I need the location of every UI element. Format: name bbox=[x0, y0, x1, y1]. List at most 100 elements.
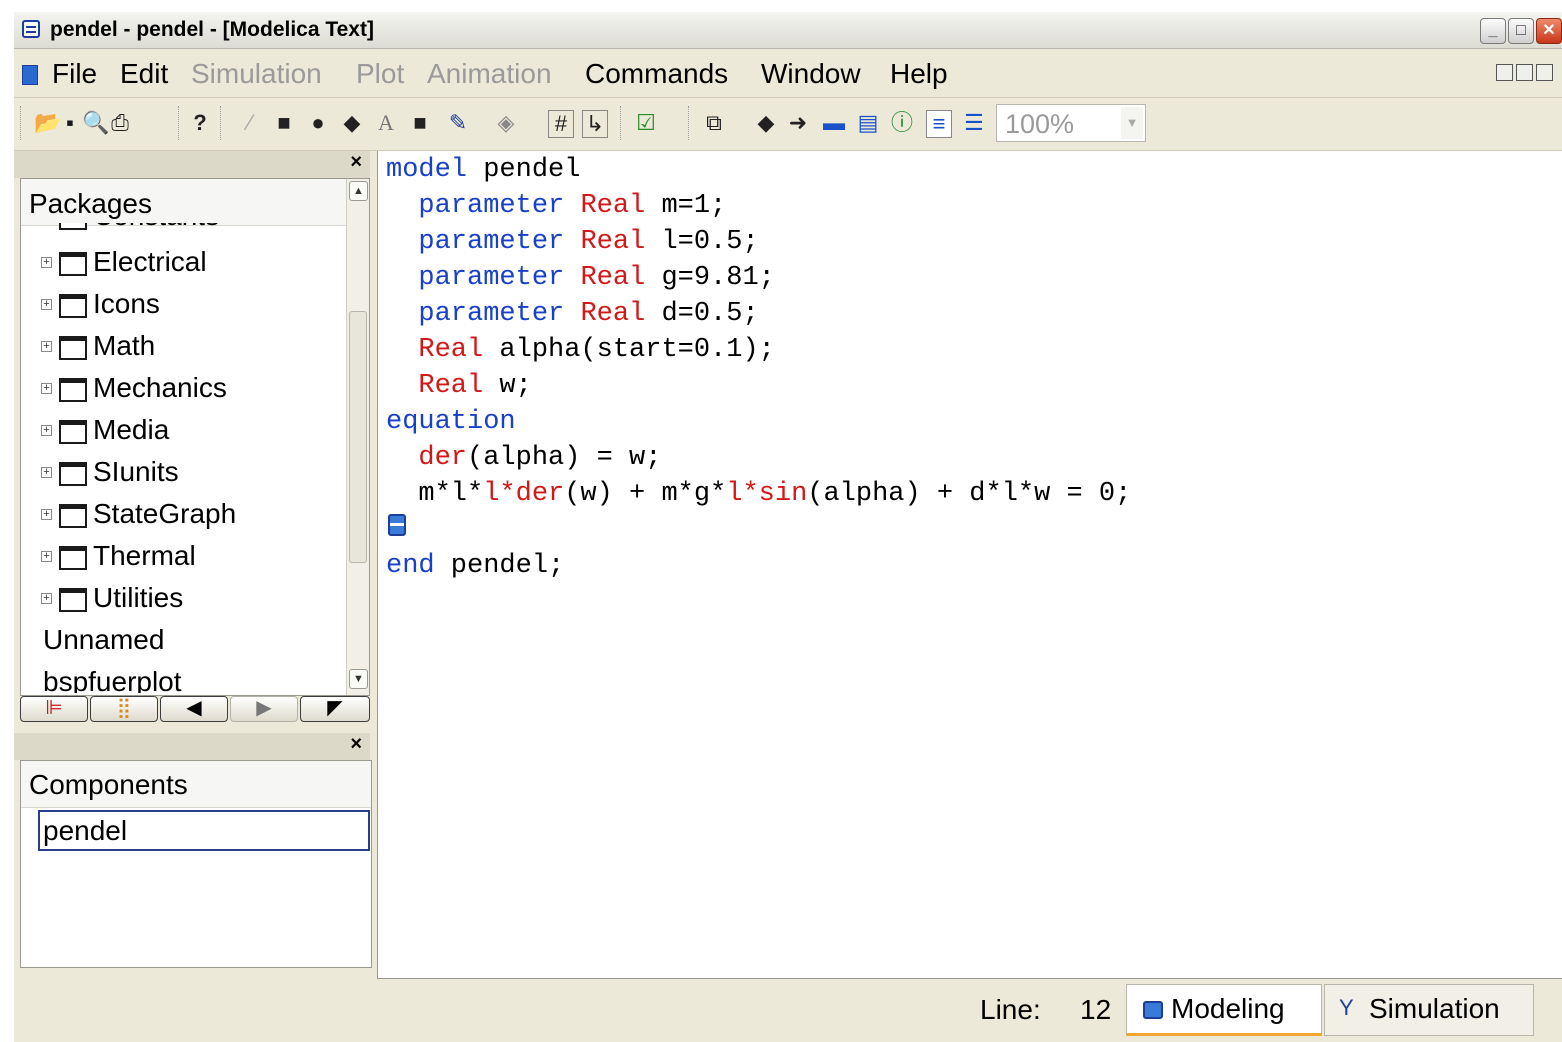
search-icon[interactable]: 🔍 bbox=[82, 110, 109, 136]
back-button[interactable]: ◀ bbox=[160, 696, 228, 722]
code-text: m*l* bbox=[386, 479, 484, 509]
code-type: Real bbox=[580, 263, 646, 293]
diagram-mode-icon[interactable]: ▤ bbox=[856, 110, 880, 136]
packages-scrollbar[interactable]: ▲ ▼ bbox=[346, 179, 369, 695]
forward-button[interactable]: ▶ bbox=[230, 696, 298, 722]
toolbar: 📂 ▪ 🔍 ⎙ ? ⁄ ■ ● ◆ A ■ ✎ ◈ # ↳ ☑ ⧉ ◆ ➜ ▬ … bbox=[14, 98, 1562, 151]
polygon-icon[interactable]: ◆ bbox=[340, 110, 364, 136]
connect-mode-icon[interactable]: ↳ bbox=[582, 110, 608, 138]
ellipse-icon[interactable]: ● bbox=[306, 110, 330, 136]
expand-icon[interactable]: + bbox=[41, 593, 52, 604]
app-icon bbox=[22, 20, 40, 38]
menu-commands[interactable]: Commands bbox=[585, 58, 728, 90]
check-icon[interactable]: ☑ bbox=[634, 110, 658, 136]
scrollbar-thumb[interactable] bbox=[349, 311, 367, 563]
tree-item-label: Thermal bbox=[93, 540, 196, 571]
expand-icon[interactable]: + bbox=[41, 299, 52, 310]
modeling-tab[interactable]: Modeling bbox=[1126, 984, 1322, 1036]
back-icon[interactable]: ◆ bbox=[754, 110, 778, 136]
package-icon bbox=[59, 588, 87, 612]
menu-plot[interactable]: Plot bbox=[356, 58, 404, 90]
annotation-icon[interactable] bbox=[388, 514, 406, 536]
library-icon[interactable]: ⧉ bbox=[702, 110, 726, 136]
components-pane: Components pendel bbox=[20, 760, 372, 968]
save-icon[interactable]: ▪ bbox=[58, 110, 82, 136]
scroll-up-icon[interactable]: ▲ bbox=[349, 181, 368, 201]
package-icon bbox=[59, 252, 87, 276]
modelica-text-editor[interactable]: model pendel parameter Real m=1; paramet… bbox=[377, 151, 1562, 979]
modelica-text-icon[interactable]: ≡ bbox=[926, 110, 952, 138]
zoom-select[interactable]: 100% ▼ bbox=[996, 104, 1146, 142]
menu-edit[interactable]: Edit bbox=[120, 58, 168, 90]
package-icon bbox=[59, 420, 87, 444]
expand-icon[interactable]: + bbox=[41, 509, 52, 520]
modeling-tab-label: Modeling bbox=[1171, 993, 1285, 1024]
menu-animation[interactable]: Animation bbox=[427, 58, 552, 90]
info-mode-icon[interactable]: ⓘ bbox=[890, 110, 914, 136]
fill-color-icon[interactable]: ◈ bbox=[494, 110, 518, 136]
tree-item-label: SIunits bbox=[93, 456, 179, 487]
code-line: Real w; bbox=[386, 371, 531, 401]
code-line: Real alpha(start=0.1); bbox=[386, 335, 774, 365]
expand-icon[interactable]: + bbox=[41, 341, 52, 352]
menu-file[interactable]: File bbox=[52, 58, 97, 90]
arrow-up-left-icon: ◤ bbox=[327, 697, 343, 719]
component-item-pendel[interactable]: pendel bbox=[38, 810, 370, 851]
simulation-tab[interactable]: Y Simulation bbox=[1324, 984, 1534, 1036]
code-keyword: parameter bbox=[418, 191, 565, 221]
scroll-down-icon[interactable]: ▼ bbox=[349, 669, 368, 689]
up-button[interactable]: ◤ bbox=[300, 696, 370, 722]
menu-window[interactable]: Window bbox=[761, 58, 861, 90]
documentation-icon[interactable]: ☰ bbox=[962, 110, 986, 136]
arrow-left-icon: ◀ bbox=[186, 697, 202, 719]
tree-view-icon: ⊫ bbox=[45, 697, 63, 719]
toolbar-separator bbox=[688, 106, 691, 140]
code-type: l*sin bbox=[726, 479, 808, 509]
code-text: l=0.5; bbox=[645, 227, 759, 257]
line-icon[interactable]: ⁄ bbox=[238, 110, 262, 136]
chevron-down-icon[interactable]: ▼ bbox=[1121, 107, 1143, 139]
expand-icon[interactable]: + bbox=[41, 383, 52, 394]
open-icon[interactable]: 📂 bbox=[34, 110, 61, 136]
component-mode-icon[interactable]: ▬ bbox=[822, 110, 846, 136]
maximize-button[interactable]: □ bbox=[1508, 18, 1534, 44]
bitmap-icon[interactable]: ■ bbox=[408, 110, 432, 136]
toolbar-grip bbox=[20, 106, 23, 140]
whats-this-icon[interactable]: ? bbox=[188, 110, 212, 136]
line-color-icon[interactable]: ✎ bbox=[446, 110, 470, 136]
minimize-button[interactable]: _ bbox=[1480, 18, 1506, 44]
tree-view-button[interactable]: ⊫ bbox=[20, 696, 88, 722]
close-button[interactable]: ✕ bbox=[1536, 18, 1562, 44]
mdi-restore-button[interactable] bbox=[1516, 64, 1533, 81]
expand-icon[interactable]: + bbox=[41, 467, 52, 478]
code-line: parameter Real g=9.81; bbox=[386, 263, 774, 293]
expand-icon[interactable]: + bbox=[41, 425, 52, 436]
mdi-close-button[interactable] bbox=[1536, 64, 1553, 81]
menu-simulation[interactable]: Simulation bbox=[191, 58, 322, 90]
line-number: 12 bbox=[1080, 994, 1112, 1025]
grid-icon[interactable]: # bbox=[548, 110, 574, 138]
code-text: (alpha) + d*l*w = 0; bbox=[807, 479, 1132, 509]
components-close-icon[interactable]: × bbox=[350, 733, 362, 756]
package-icon bbox=[59, 223, 87, 230]
components-title-bar: Components bbox=[21, 761, 371, 808]
code-line: parameter Real m=1; bbox=[386, 191, 726, 221]
menu-help[interactable]: Help bbox=[890, 58, 948, 90]
status-bar: Line: 12 Modeling Y Simulation bbox=[14, 980, 1562, 1042]
expand-icon[interactable]: + bbox=[41, 551, 52, 562]
icon-view-button[interactable]: ⣿ bbox=[90, 696, 158, 722]
print-icon[interactable]: ⎙ bbox=[108, 110, 132, 136]
expand-icon[interactable]: + bbox=[41, 257, 52, 268]
components-pane-header: × bbox=[14, 733, 370, 760]
rectangle-icon[interactable]: ■ bbox=[272, 110, 296, 136]
text-icon[interactable]: A bbox=[374, 110, 398, 136]
maximize-icon: □ bbox=[1516, 22, 1526, 39]
packages-tree[interactable]: + Constants + Electrical + Icons + Math … bbox=[21, 223, 346, 693]
forward-icon[interactable]: ➜ bbox=[786, 110, 810, 136]
mdi-minimize-button[interactable] bbox=[1496, 64, 1513, 81]
packages-close-icon[interactable]: × bbox=[350, 151, 362, 174]
package-icon bbox=[59, 378, 87, 402]
